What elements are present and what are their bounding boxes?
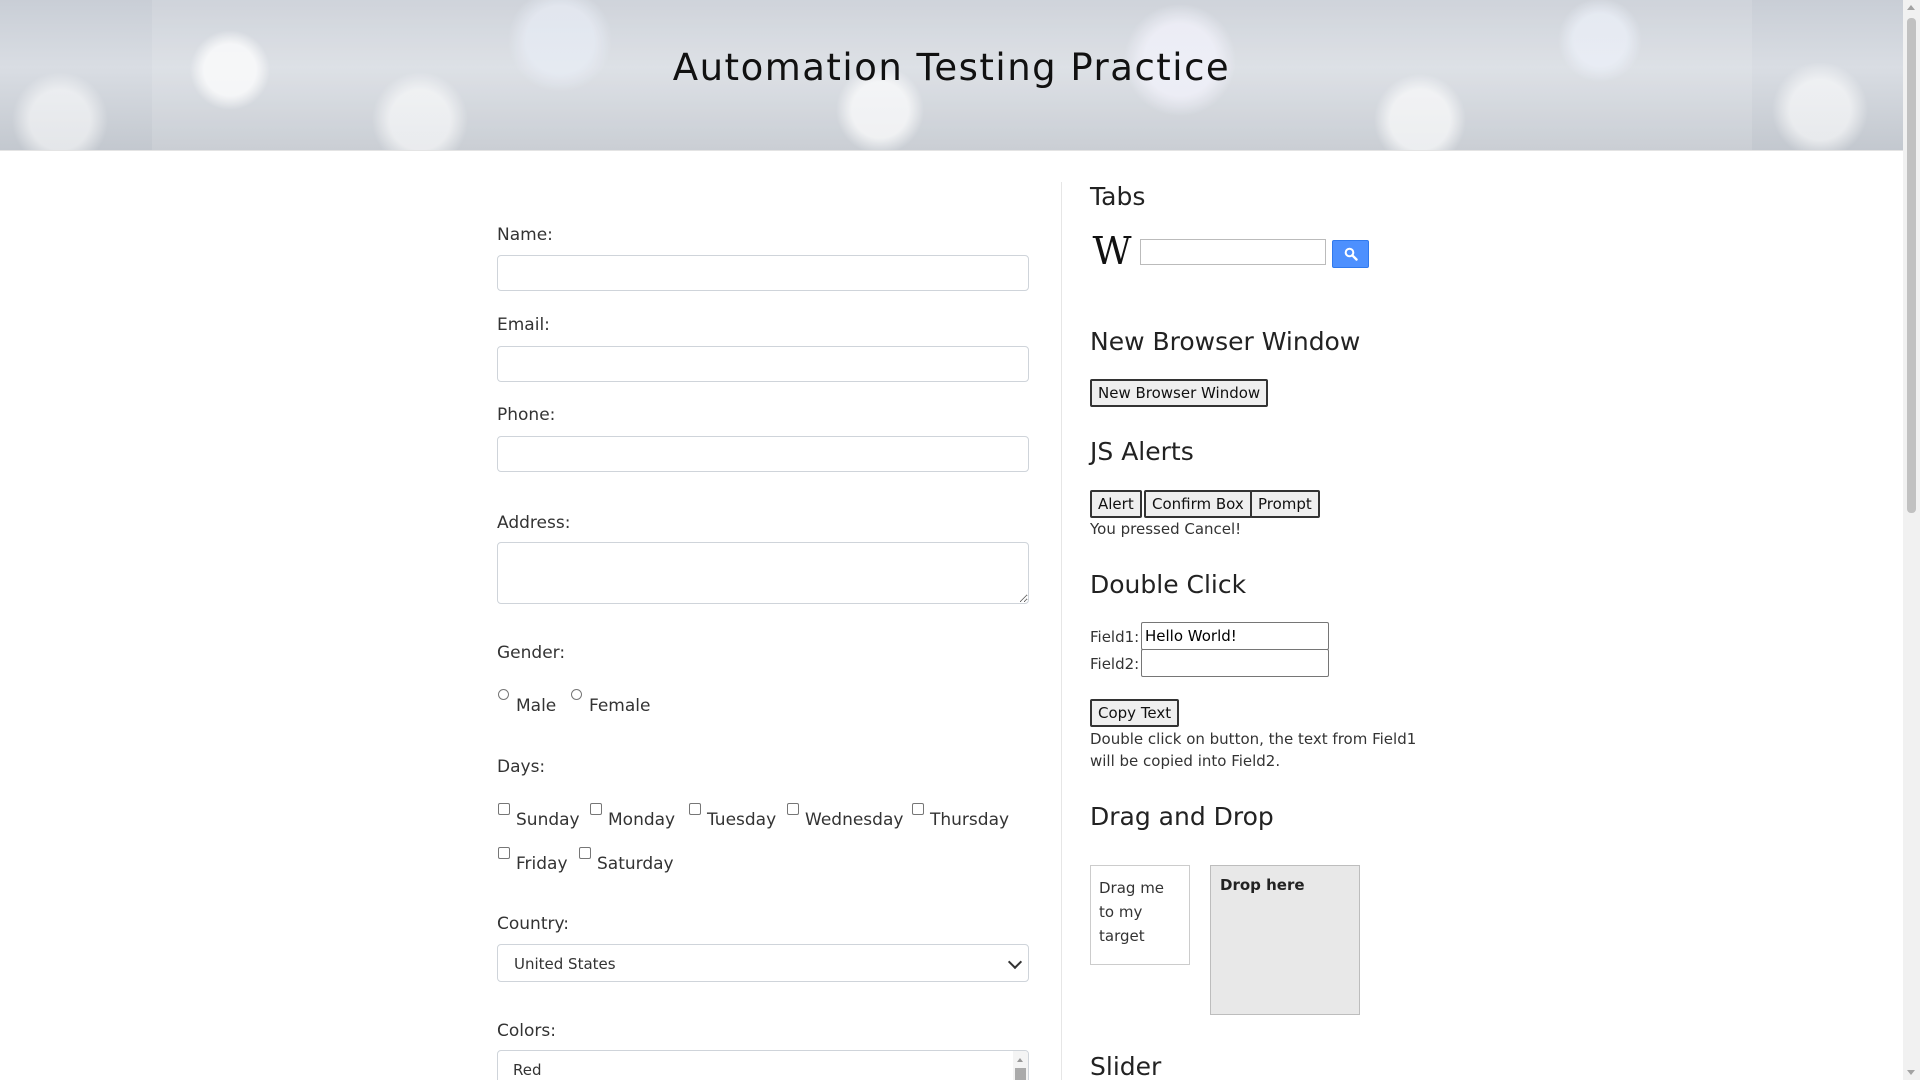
country-select-value: United States xyxy=(514,955,616,973)
new-browser-window-heading: New Browser Window xyxy=(1090,327,1361,356)
email-input[interactable] xyxy=(497,346,1029,382)
scroll-down-arrow-icon[interactable] xyxy=(1907,1070,1915,1075)
thursday-checkbox-label[interactable]: Thursday xyxy=(930,810,1009,830)
colors-option[interactable]: Red xyxy=(513,1061,542,1079)
column-divider xyxy=(1061,182,1062,1080)
address-textarea[interactable] xyxy=(497,542,1029,604)
double-click-hint-line2: will be copied into Field2. xyxy=(1090,752,1281,770)
wikipedia-w-logo-icon[interactable]: W xyxy=(1090,232,1134,272)
drag-and-drop-heading: Drag and Drop xyxy=(1090,802,1274,831)
page: Automation Testing Practice Name: Email:… xyxy=(0,0,1920,1080)
header-banner: Automation Testing Practice xyxy=(0,0,1903,150)
gender-label: Gender: xyxy=(497,643,566,663)
drop-target[interactable]: Drop here xyxy=(1210,865,1360,1015)
chevron-down-icon xyxy=(1007,954,1023,970)
phone-label: Phone: xyxy=(497,405,556,425)
tuesday-checkbox[interactable] xyxy=(689,803,701,815)
wikipedia-search-button[interactable] xyxy=(1332,240,1369,268)
field1-label: Field1: xyxy=(1090,628,1140,646)
saturday-checkbox-label[interactable]: Saturday xyxy=(597,854,674,874)
saturday-checkbox[interactable] xyxy=(579,847,591,859)
female-radio[interactable] xyxy=(571,689,582,700)
scroll-up-arrow-icon[interactable] xyxy=(1907,5,1915,10)
double-click-hint-line1: Double click on button, the text from Fi… xyxy=(1090,730,1417,748)
colors-listbox-scrollbar[interactable] xyxy=(1013,1051,1028,1080)
svg-text:W: W xyxy=(1092,232,1131,272)
colors-listbox-scroll-thumb[interactable] xyxy=(1015,1068,1026,1080)
slider-heading: Slider xyxy=(1090,1052,1162,1080)
field2-input[interactable] xyxy=(1141,649,1329,677)
header-divider xyxy=(0,150,1903,151)
prompt-button[interactable]: Prompt xyxy=(1250,490,1320,518)
scroll-up-arrow-icon[interactable] xyxy=(1017,1058,1023,1062)
js-alerts-heading: JS Alerts xyxy=(1090,437,1194,466)
wednesday-checkbox-label[interactable]: Wednesday xyxy=(805,810,903,830)
phone-input[interactable] xyxy=(497,436,1029,472)
double-click-heading: Double Click xyxy=(1090,570,1247,599)
name-input[interactable] xyxy=(497,255,1029,291)
tabs-heading: Tabs xyxy=(1090,182,1146,211)
field2-label: Field2: xyxy=(1090,655,1140,673)
new-browser-window-button[interactable]: New Browser Window xyxy=(1090,379,1269,407)
alert-button[interactable]: Alert xyxy=(1090,490,1142,518)
colors-label: Colors: xyxy=(497,1021,556,1041)
email-label: Email: xyxy=(497,315,550,335)
address-label: Address: xyxy=(497,513,571,533)
search-icon xyxy=(1344,247,1358,261)
confirm-box-button[interactable]: Confirm Box xyxy=(1144,490,1252,518)
monday-checkbox-label[interactable]: Monday xyxy=(608,810,675,830)
monday-checkbox[interactable] xyxy=(590,803,602,815)
alert-result-text: You pressed Cancel! xyxy=(1090,520,1242,538)
wikipedia-search-input[interactable] xyxy=(1140,239,1326,265)
male-radio-label[interactable]: Male xyxy=(516,696,556,716)
draggable-box[interactable]: Drag me to my target xyxy=(1090,865,1190,965)
page-title: Automation Testing Practice xyxy=(672,46,1231,89)
page-scroll-thumb[interactable] xyxy=(1907,18,1916,513)
field1-input[interactable] xyxy=(1141,622,1329,650)
sunday-checkbox[interactable] xyxy=(498,803,510,815)
thursday-checkbox[interactable] xyxy=(912,803,924,815)
tuesday-checkbox-label[interactable]: Tuesday xyxy=(707,810,776,830)
friday-checkbox-label[interactable]: Friday xyxy=(516,854,568,874)
male-radio[interactable] xyxy=(498,689,509,700)
copy-text-button[interactable]: Copy Text xyxy=(1090,699,1180,727)
sunday-checkbox-label[interactable]: Sunday xyxy=(516,810,580,830)
days-label: Days: xyxy=(497,757,546,777)
name-label: Name: xyxy=(497,225,553,245)
page-scrollbar[interactable] xyxy=(1903,0,1920,1080)
female-radio-label[interactable]: Female xyxy=(589,696,650,716)
country-select[interactable]: United States xyxy=(497,944,1029,982)
colors-listbox[interactable]: Red xyxy=(497,1050,1029,1080)
wednesday-checkbox[interactable] xyxy=(787,803,799,815)
country-label: Country: xyxy=(497,914,570,934)
friday-checkbox[interactable] xyxy=(498,847,510,859)
